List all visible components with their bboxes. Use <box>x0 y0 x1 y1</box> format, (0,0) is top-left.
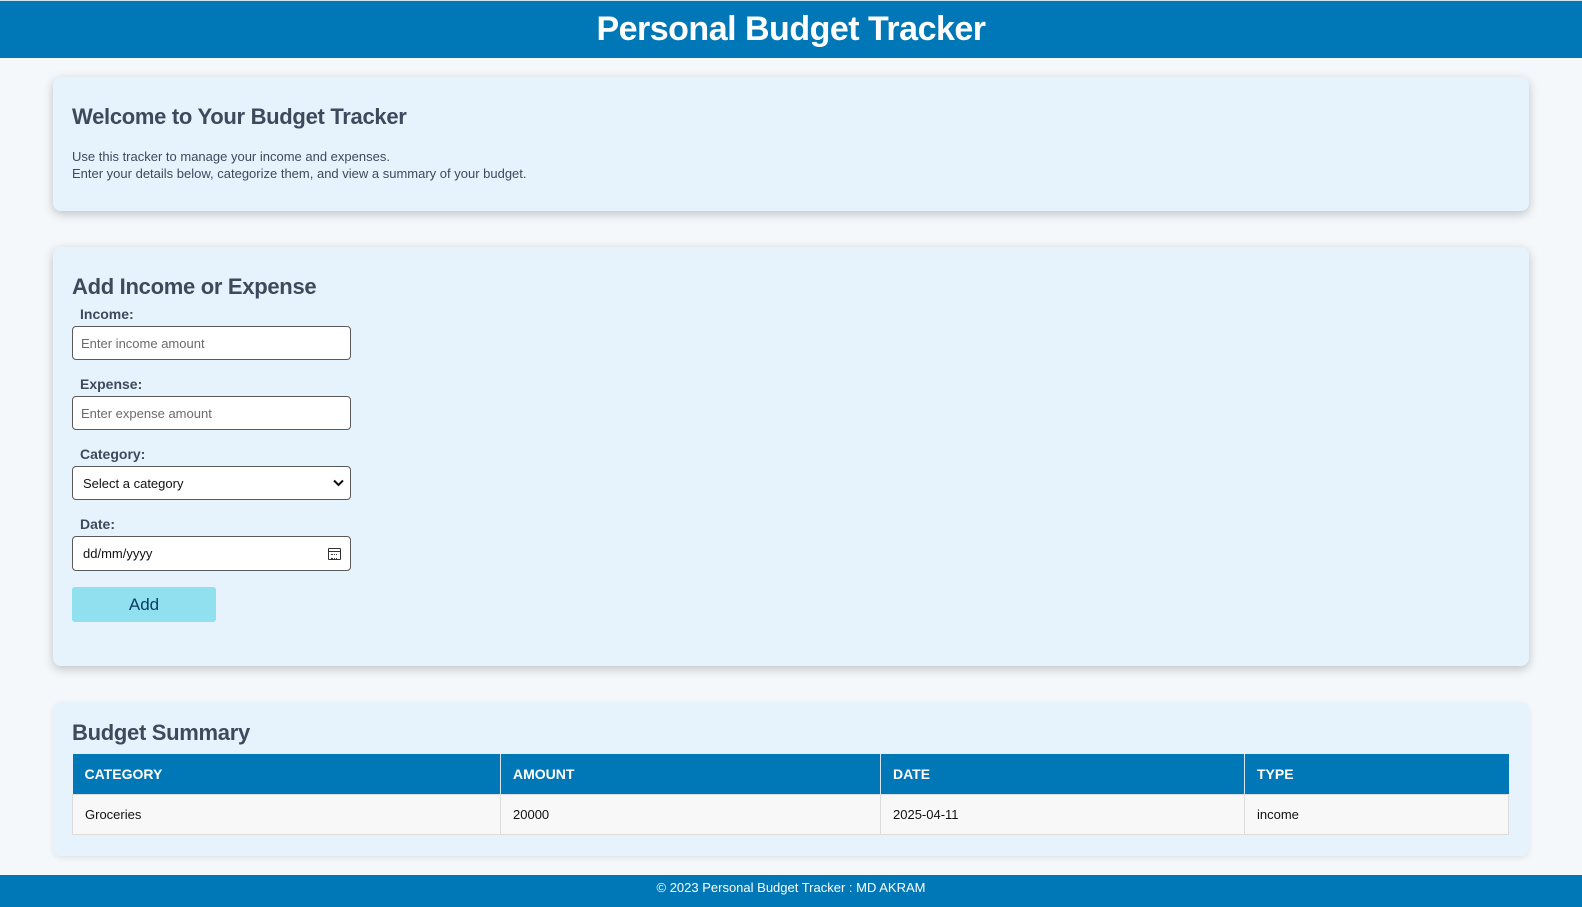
date-value: dd/mm/yyyy <box>83 546 153 561</box>
expense-label: Expense: <box>80 376 143 392</box>
date-input[interactable]: dd/mm/yyyy <box>72 536 351 571</box>
page-footer: © 2023 Personal Budget Tracker : MD AKRA… <box>0 875 1582 907</box>
column-header-category: CATEGORY <box>72 754 501 794</box>
income-label: Income: <box>80 306 134 322</box>
calendar-icon[interactable] <box>328 547 341 560</box>
expense-input[interactable]: Enter expense amount <box>72 396 351 430</box>
income-input[interactable]: Enter income amount <box>72 326 351 360</box>
footer-text: © 2023 Personal Budget Tracker : MD AKRA… <box>656 880 926 895</box>
welcome-line-1: Use this tracker to manage your income a… <box>72 149 390 164</box>
cell-type: income <box>1244 793 1509 835</box>
cell-amount: 20000 <box>500 793 881 835</box>
chevron-down-icon <box>333 479 344 487</box>
table-header-row: CATEGORY AMOUNT DATE TYPE <box>72 754 1509 794</box>
column-header-amount: AMOUNT <box>500 754 881 794</box>
table-row: Groceries 20000 2025-04-11 income <box>72 793 1509 835</box>
add-button[interactable]: Add <box>72 587 216 622</box>
column-header-type: TYPE <box>1244 754 1509 794</box>
summary-title: Budget Summary <box>72 720 250 745</box>
welcome-line-2: Enter your details below, categorize the… <box>72 166 527 181</box>
category-label: Category: <box>80 446 146 462</box>
income-placeholder: Enter income amount <box>81 335 205 351</box>
date-label: Date: <box>80 516 116 532</box>
cell-date: 2025-04-11 <box>880 793 1245 835</box>
welcome-title: Welcome to Your Budget Tracker <box>72 104 407 129</box>
page-title: Personal Budget Tracker <box>596 10 986 48</box>
category-select[interactable]: Select a category <box>72 466 351 500</box>
add-entry-card: Add Income or Expense Income: Enter inco… <box>53 247 1529 666</box>
budget-summary-card: Budget Summary CATEGORY AMOUNT DATE TYPE… <box>53 702 1529 856</box>
summary-table: CATEGORY AMOUNT DATE TYPE Groceries 2000… <box>72 754 1509 835</box>
cell-category: Groceries <box>72 793 501 835</box>
column-header-date: DATE <box>880 754 1245 794</box>
welcome-card: Welcome to Your Budget Tracker Use this … <box>53 77 1529 211</box>
app-header: Personal Budget Tracker <box>0 0 1582 58</box>
expense-placeholder: Enter expense amount <box>81 405 212 421</box>
category-selected-value: Select a category <box>83 475 184 491</box>
form-title: Add Income or Expense <box>72 274 317 299</box>
